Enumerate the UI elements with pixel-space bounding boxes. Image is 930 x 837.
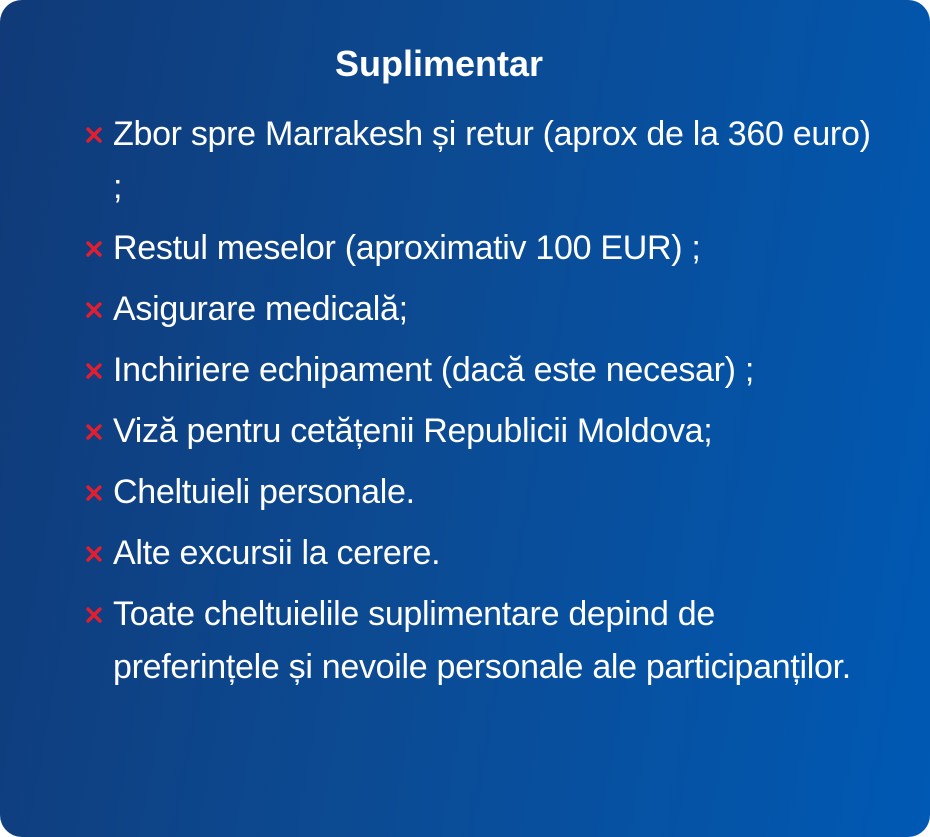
extras-list: Zbor spre Marrakesh și retur (aprox de l… [82,108,872,702]
list-item: Toate cheltuielile suplimentare depind d… [82,588,872,694]
list-item-text: Toate cheltuielile suplimentare depind d… [113,595,851,686]
cross-icon [82,527,106,580]
list-item-text: Cheltuieli personale. [113,473,415,511]
cross-icon [82,108,106,161]
cross-icon [82,222,106,275]
list-item: Restul meselor (aproximativ 100 EUR) ; [82,222,872,275]
list-item: Inchiriere echipament (dacă este necesar… [82,344,872,397]
cross-icon [82,344,106,397]
extras-card: Suplimentar Zbor spre Marrakesh și retur… [0,0,930,837]
list-item-text: Inchiriere echipament (dacă este necesar… [113,351,754,389]
list-item-text: Restul meselor (aproximativ 100 EUR) ; [113,229,701,267]
list-item: Zbor spre Marrakesh și retur (aprox de l… [82,108,872,214]
list-item: Asigurare medicală; [82,283,872,336]
card-title: Suplimentar [334,43,544,84]
cross-icon [82,283,106,336]
list-item-text: Zbor spre Marrakesh și retur (aprox de l… [113,115,871,206]
list-item: Alte excursii la cerere. [82,527,872,580]
list-item-text: Asigurare medicală; [113,290,408,328]
cross-icon [82,588,106,641]
list-item: Cheltuieli personale. [82,466,872,519]
list-item: Viză pentru cetățenii Republicii Moldova… [82,405,872,458]
cross-icon [82,466,106,519]
list-item-text: Viză pentru cetățenii Republicii Moldova… [113,412,713,450]
cross-icon [82,405,106,458]
list-item-text: Alte excursii la cerere. [113,534,441,572]
